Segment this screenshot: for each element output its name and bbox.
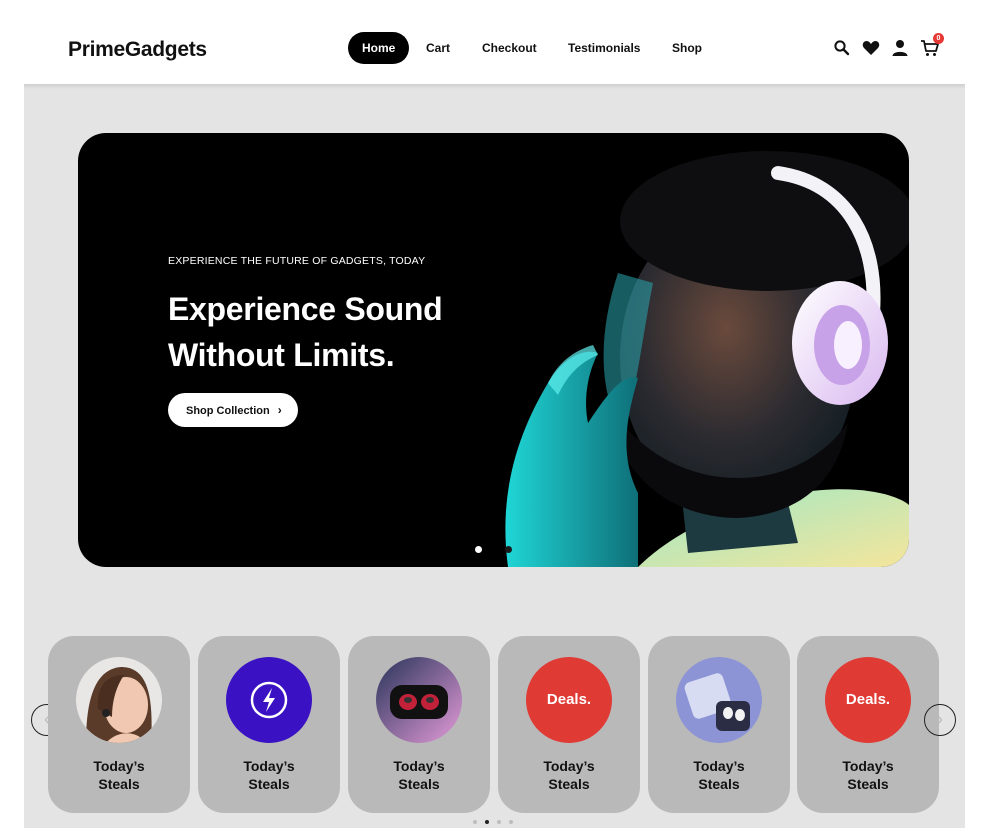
shop-collection-button[interactable]: Shop Collection › (168, 393, 298, 427)
category-label: Today’s Steals (693, 758, 745, 792)
category-card[interactable]: Deals. Today’s Steals (498, 636, 640, 813)
category-card[interactable]: Today’s Steals (648, 636, 790, 813)
site-header: PrimeGadgets Home Cart Checkout Testimon… (24, 14, 965, 84)
shop-collection-label: Shop Collection (186, 405, 270, 417)
category-card[interactable]: Today’s Steals (198, 636, 340, 813)
header-shadow (24, 84, 965, 89)
category-label: Today’s Steals (842, 758, 894, 792)
hero-headline: Experience Sound Without Limits. (168, 286, 528, 378)
deals-text: Deals. (546, 691, 592, 708)
earbuds-case-blue-image (676, 657, 762, 743)
site-logo[interactable]: PrimeGadgets (68, 38, 207, 62)
chevron-right-icon: › (937, 709, 943, 729)
nav-home[interactable]: Home (348, 32, 410, 64)
hero-headline-line1: Experience Sound (168, 291, 443, 327)
lightning-circle (226, 657, 312, 743)
category-card[interactable]: Today’s Steals (348, 636, 490, 813)
nav-testimonials[interactable]: Testimonials (568, 32, 640, 64)
deals-badge: Deals. (526, 657, 612, 743)
category-label: Today’s Steals (393, 758, 445, 792)
carousel-dot[interactable] (509, 820, 513, 824)
category-label: Today’s Steals (243, 758, 295, 792)
category-label: Today’s Steals (543, 758, 595, 792)
nav-cart[interactable]: Cart (426, 32, 450, 64)
carousel-next-button[interactable]: › (924, 704, 956, 736)
category-card[interactable]: Deals. Today’s Steals (797, 636, 939, 813)
chevron-right-icon: › (277, 403, 282, 417)
deals-text: Deals. (845, 691, 891, 708)
lightning-icon (250, 681, 288, 719)
nav-checkout[interactable]: Checkout (482, 32, 537, 64)
cart-count-badge: 0 (933, 33, 944, 44)
carousel-dot-active[interactable] (485, 820, 489, 824)
hero-headline-line2: Without Limits. (168, 337, 395, 373)
deals-badge: Deals. (825, 657, 911, 743)
category-label: Today’s Steals (93, 758, 145, 792)
nav-shop[interactable]: Shop (672, 32, 702, 64)
carousel-dot[interactable] (473, 820, 477, 824)
woman-earbuds-image (76, 657, 162, 743)
hero-banner: EXPERIENCE THE FUTURE OF GADGETS, TODAY … (78, 133, 909, 567)
user-icon[interactable] (890, 38, 910, 58)
search-icon[interactable] (832, 38, 852, 58)
hero-dot[interactable] (505, 546, 512, 553)
hero-dot-active[interactable] (475, 546, 482, 553)
earbuds-case-image (376, 657, 462, 743)
carousel-dot[interactable] (497, 820, 501, 824)
heart-icon[interactable] (861, 38, 881, 58)
cart-icon[interactable]: 0 (920, 33, 944, 58)
hero-eyebrow: EXPERIENCE THE FUTURE OF GADGETS, TODAY (168, 255, 426, 267)
category-card[interactable]: Today’s Steals (48, 636, 190, 813)
